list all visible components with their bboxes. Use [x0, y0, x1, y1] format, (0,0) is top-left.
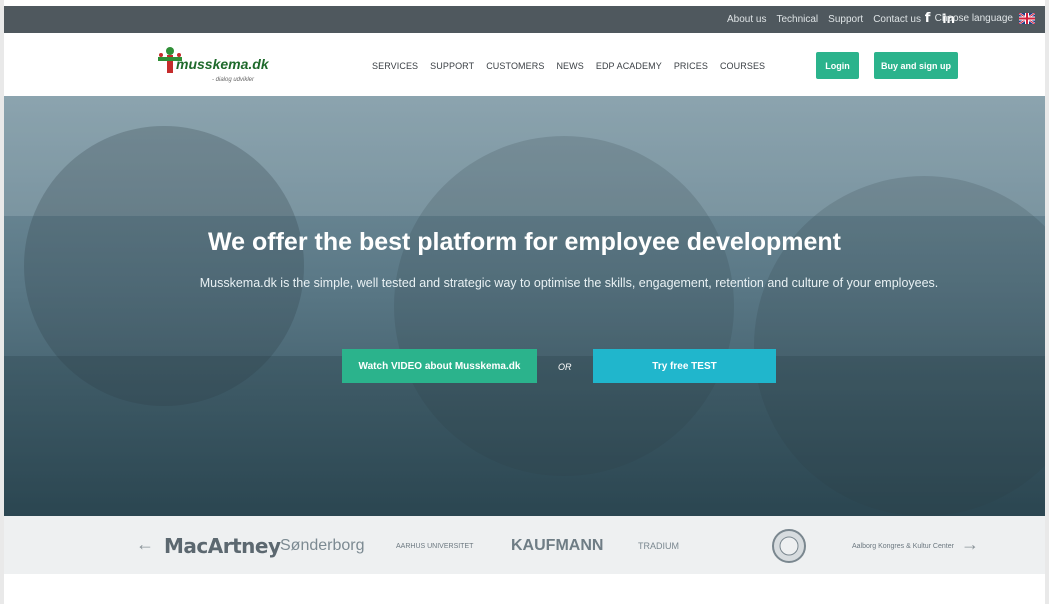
technical-link[interactable]: Technical — [776, 14, 818, 25]
tradium-logo: TRADIUM — [638, 541, 679, 551]
topbar: About us Technical Support Contact us f … — [4, 6, 1045, 33]
language-selector[interactable]: Choose language — [934, 12, 1036, 25]
macartney-logo: MacArtney — [164, 534, 281, 558]
aalborg-logo: Aalborg Kongres & Kultur Center — [852, 542, 954, 550]
aarhus-logo: AARHUS UNIVERSITET — [396, 542, 474, 550]
sonderborg-logo: Sønderborg — [280, 537, 365, 554]
page: About us Technical Support Contact us f … — [0, 0, 1049, 604]
logo[interactable]: musskema.dk - dialog udvikler — [156, 39, 276, 91]
signup-button[interactable]: Buy and sign up — [874, 52, 958, 79]
nav-news[interactable]: NEWS — [556, 61, 583, 71]
nav-courses[interactable]: COURSES — [720, 61, 765, 71]
hero-background — [4, 96, 1045, 516]
nav-support[interactable]: SUPPORT — [430, 61, 474, 71]
try-free-test-button[interactable]: Try free TEST — [593, 349, 776, 383]
nav-services[interactable]: SERVICES — [372, 61, 418, 71]
logo-text: musskema.dk — [176, 56, 269, 72]
topbar-links: About us Technical Support Contact us — [727, 14, 921, 25]
logo-tagline: - dialog udvikler — [212, 77, 255, 83]
contact-us-link[interactable]: Contact us — [873, 14, 921, 25]
hero-subtext: Musskema.dk is the simple, well tested a… — [199, 276, 939, 290]
about-us-link[interactable]: About us — [727, 14, 766, 25]
header: musskema.dk - dialog udvikler SERVICES S… — [4, 33, 1045, 96]
carousel-prev-arrow-icon[interactable]: ← — [136, 534, 154, 555]
login-button[interactable]: Login — [816, 52, 859, 79]
nav-customers[interactable]: CUSTOMERS — [486, 61, 544, 71]
clients-carousel: ← MacArtney Sønderborg AARHUS UNIVERSITE… — [4, 516, 1045, 574]
page-bottom-area — [4, 574, 1045, 604]
choose-language-label: Choose language — [934, 13, 1013, 24]
watch-video-button[interactable]: Watch VIDEO about Musskema.dk — [342, 349, 537, 383]
or-separator: OR — [558, 362, 572, 372]
seal-logo — [769, 526, 809, 566]
nav-prices[interactable]: PRICES — [674, 61, 708, 71]
carousel-next-arrow-icon[interactable]: → — [961, 534, 979, 555]
kaufmann-logo: KAUFMANN — [511, 537, 604, 554]
main-nav: SERVICES SUPPORT CUSTOMERS NEWS EDP ACAD… — [372, 61, 765, 71]
uk-flag-icon[interactable] — [1018, 12, 1036, 25]
facebook-icon[interactable]: f — [925, 11, 931, 26]
hero-headline: We offer the best platform for employee … — [208, 228, 841, 256]
support-link[interactable]: Support — [828, 14, 863, 25]
hero: We offer the best platform for employee … — [4, 96, 1045, 516]
nav-edp-academy[interactable]: EDP ACADEMY — [596, 61, 662, 71]
